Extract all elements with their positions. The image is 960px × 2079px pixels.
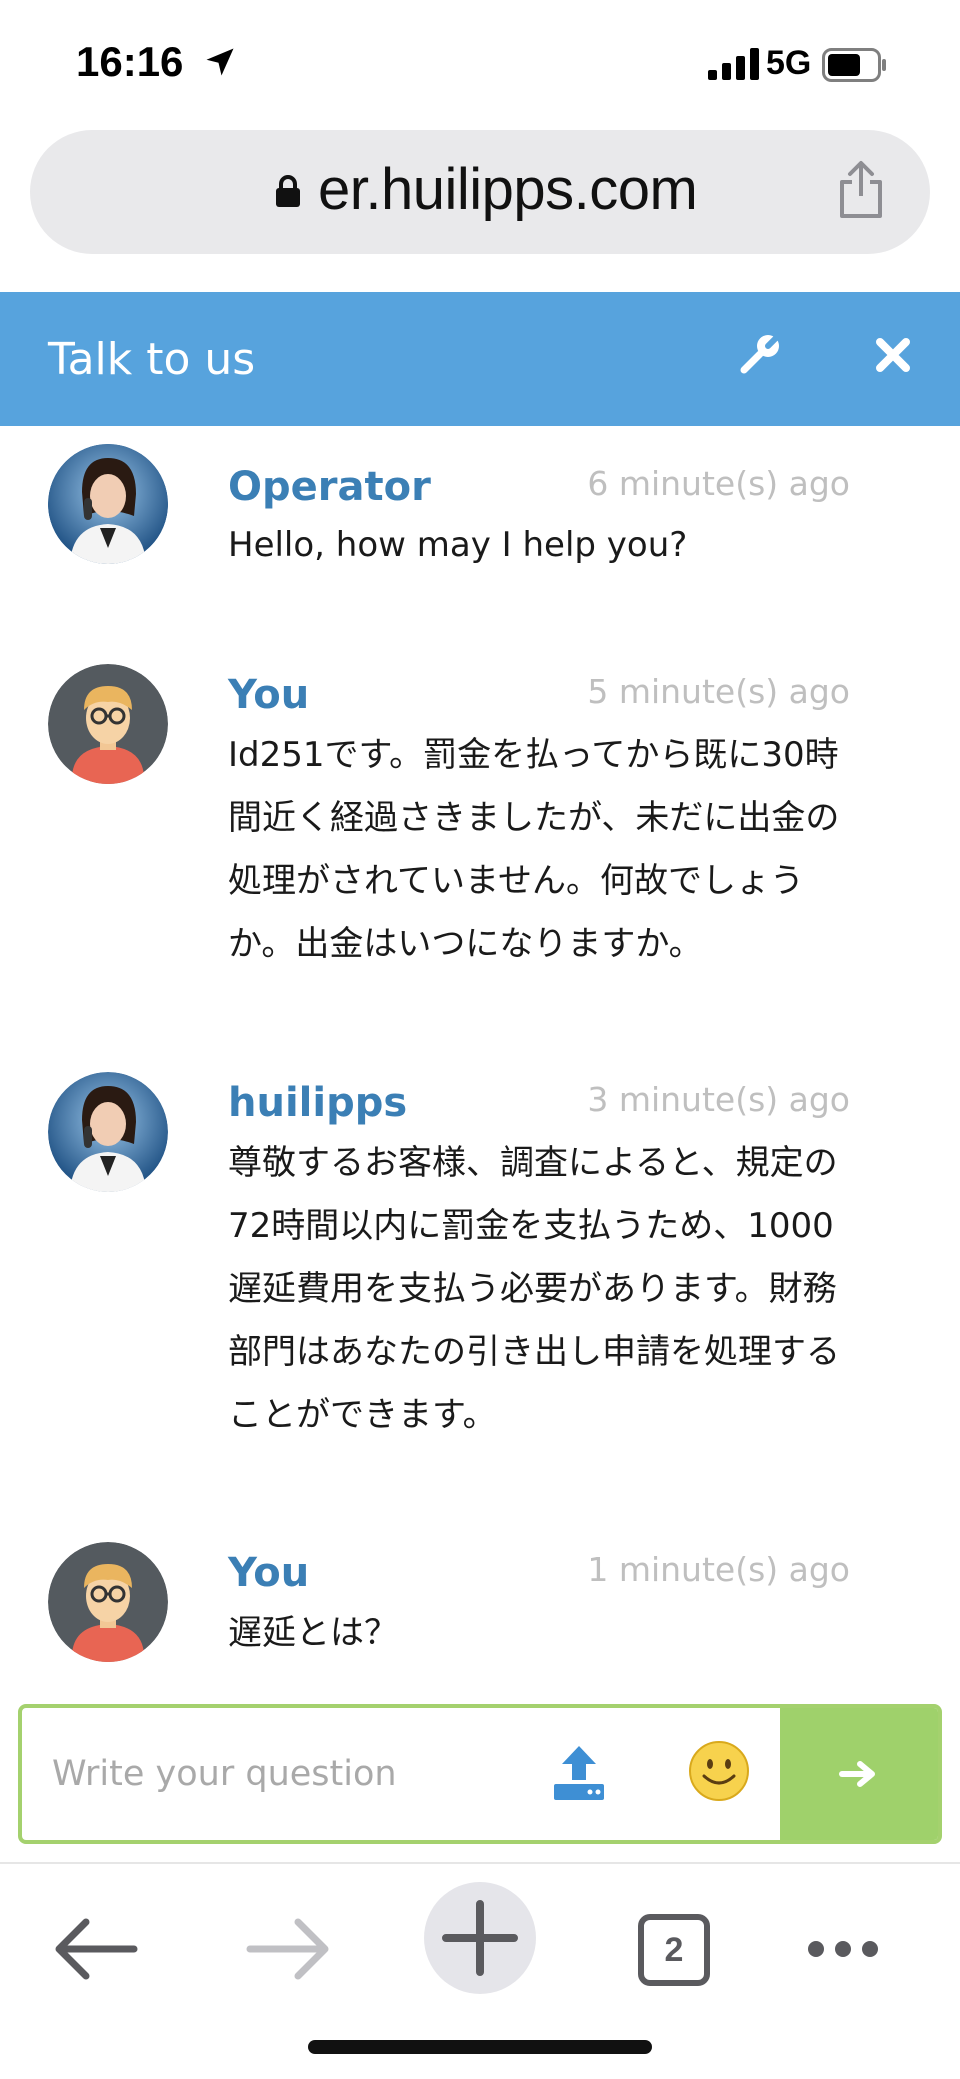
user-avatar	[48, 1542, 168, 1662]
signal-icon	[708, 48, 759, 80]
back-button[interactable]	[42, 1894, 152, 2004]
message-author: You	[228, 672, 310, 718]
url-text[interactable]: er.huilipps.com	[318, 156, 698, 223]
wrench-icon[interactable]	[738, 332, 782, 376]
operator-avatar	[48, 444, 168, 564]
question-input[interactable]	[52, 1738, 512, 1810]
back-arrow-icon	[55, 1918, 138, 1980]
message-time: 1 minute(s) ago	[587, 1550, 850, 1589]
operator-avatar	[48, 1072, 168, 1192]
more-button[interactable]	[788, 1894, 898, 2004]
question-input-bar	[18, 1704, 942, 1844]
chat-header: Talk to us	[0, 292, 960, 426]
tab-count: 2	[638, 1914, 710, 1986]
message-time: 5 minute(s) ago	[587, 672, 850, 711]
home-indicator	[308, 2040, 652, 2054]
message-text: 遅延とは？	[228, 1613, 398, 1653]
message-author: Operator	[228, 464, 431, 510]
chat-title: Talk to us	[48, 334, 256, 385]
address-bar[interactable]: er.huilipps.com	[30, 130, 930, 254]
chat-message: huilipps 3 minute(s) ago 尊敬するお客様、調査によると、…	[0, 1072, 960, 1472]
message-author: huilipps	[228, 1080, 408, 1126]
new-tab-button[interactable]	[424, 1882, 536, 1994]
message-list[interactable]: Operator 6 minute(s) ago Hello, how may …	[0, 426, 960, 1696]
message-text: Hello, how may I help you?	[228, 525, 688, 565]
message-text: 尊敬するお客様、調査によると、規定の72時間以内に罰金を支払うため、1000遅延…	[228, 1143, 840, 1435]
chat-message: You 5 minute(s) ago Id251です。罰金を払ってから既に30…	[0, 664, 960, 984]
location-arrow-icon	[206, 48, 234, 76]
more-dots-icon	[808, 1941, 878, 1957]
close-icon[interactable]	[874, 336, 912, 374]
message-text: Id251です。罰金を払ってから既に30時間近く経過さきましたが、未だに出金の処…	[228, 735, 840, 964]
tabs-button[interactable]: 2	[618, 1894, 728, 2004]
lock-icon	[276, 175, 300, 207]
status-bar: 16:16 5G	[0, 0, 960, 125]
send-arrow-icon	[839, 1761, 875, 1787]
emoji-icon[interactable]	[688, 1740, 750, 1802]
chat-message: You 1 minute(s) ago 遅延とは？	[0, 1542, 960, 1692]
network-label: 5G	[766, 44, 812, 82]
share-icon[interactable]	[836, 160, 886, 220]
upload-icon[interactable]	[550, 1742, 608, 1802]
plus-icon	[442, 1900, 518, 1976]
forward-button[interactable]	[232, 1894, 342, 2004]
user-avatar	[48, 664, 168, 784]
status-time: 16:16	[76, 38, 184, 85]
chat-message: Operator 6 minute(s) ago Hello, how may …	[0, 444, 960, 594]
battery-icon	[822, 48, 886, 82]
forward-arrow-icon	[246, 1918, 329, 1980]
send-button[interactable]	[780, 1708, 938, 1840]
message-time: 6 minute(s) ago	[587, 464, 850, 503]
message-author: You	[228, 1550, 310, 1596]
message-time: 3 minute(s) ago	[587, 1080, 850, 1119]
